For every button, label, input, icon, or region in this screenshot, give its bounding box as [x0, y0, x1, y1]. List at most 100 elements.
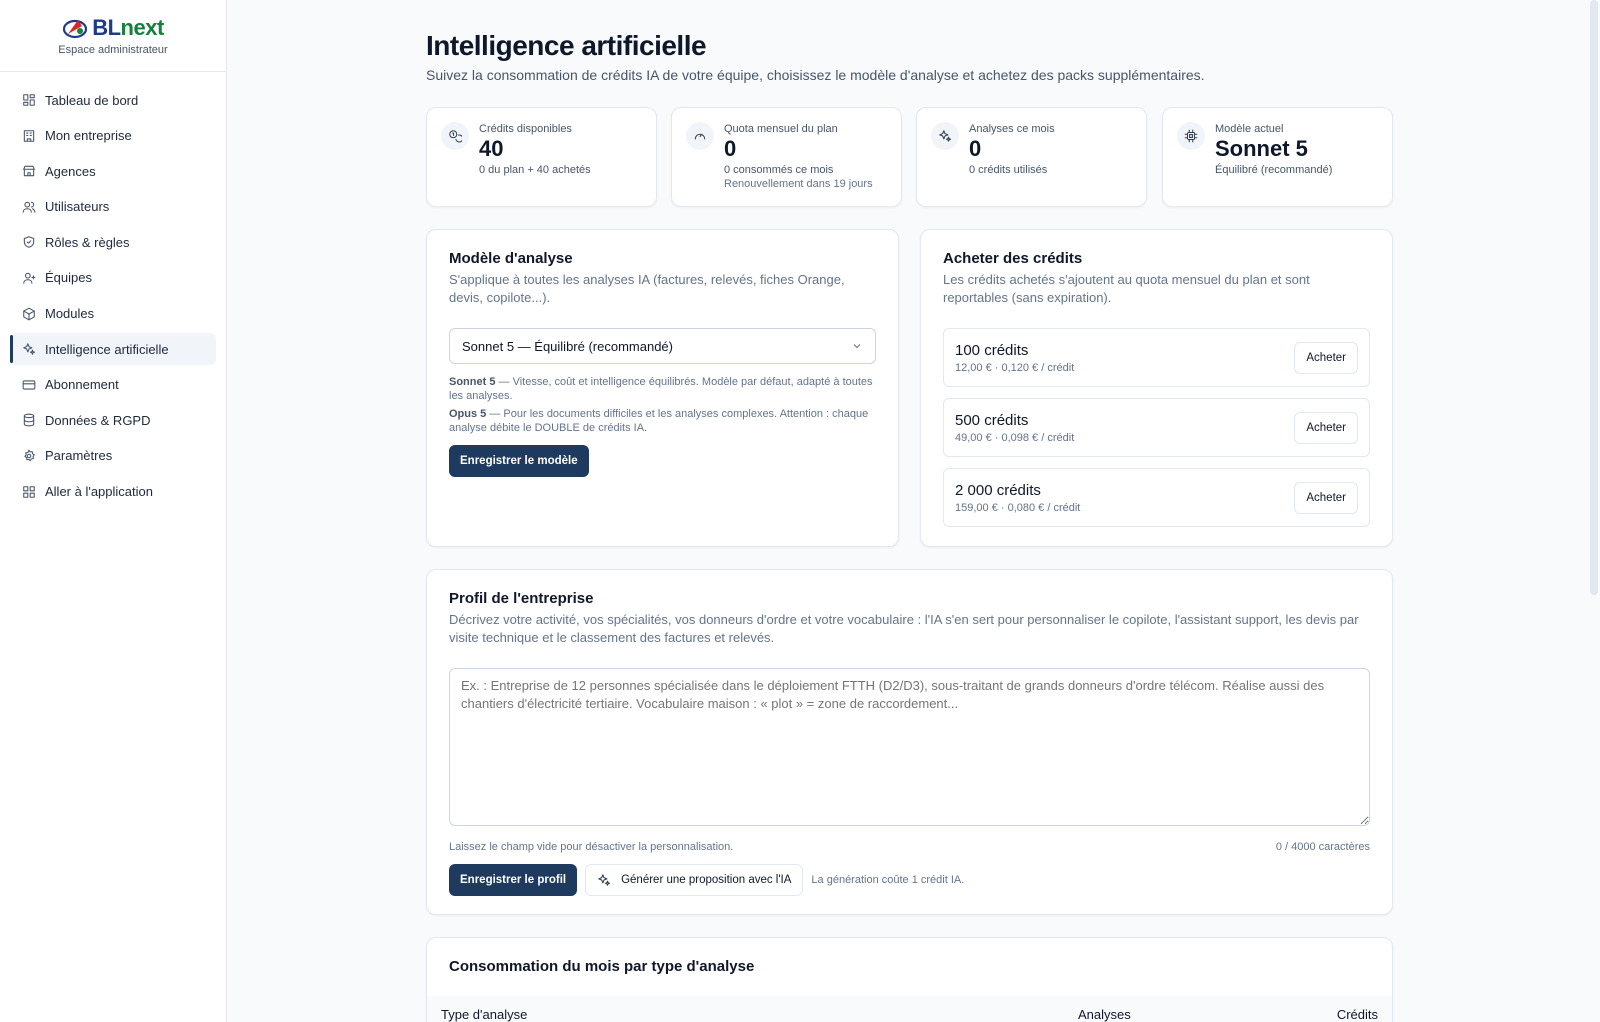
brand-name: BLnext	[92, 15, 164, 40]
stat-label: Analyses ce mois	[969, 123, 1055, 135]
page-title: Intelligence artificielle	[426, 30, 707, 61]
save-model-button[interactable]: Enregistrer le modèle	[449, 445, 589, 477]
column-header-analyses: Analyses	[1078, 1006, 1131, 1022]
sidebar-item-label: Intelligence artificielle	[45, 341, 169, 357]
buy-card-title: Acheter des crédits	[943, 250, 1083, 267]
sidebar-item-data-rgpd[interactable]: Données & RGPD	[10, 404, 216, 436]
credit-pack-500: 500 crédits 49,00 € · 0,098 € / crédit A…	[943, 398, 1370, 457]
sidebar-item-agencies[interactable]: Agences	[10, 155, 216, 187]
stat-card-current-model: Modèle actuel Sonnet 5 Équilibré (recomm…	[1162, 107, 1393, 207]
sidebar-item-teams[interactable]: Équipes	[10, 262, 216, 294]
shield-icon	[23, 236, 35, 249]
credit-packs: 100 crédits 12,00 € · 0,120 € / crédit A…	[943, 328, 1370, 527]
sidebar-item-label: Abonnement	[45, 377, 119, 393]
sidebar-item-label: Rôles & règles	[45, 234, 130, 250]
stat-note: 0 crédits utilisés	[969, 164, 1048, 177]
profile-card-title: Profil de l'entreprise	[449, 590, 594, 607]
credit-pack-2000: 2 000 crédits 159,00 € · 0,080 € / crédi…	[943, 468, 1370, 527]
sidebar-item-label: Utilisateurs	[45, 199, 110, 215]
generate-ai-proposal-button[interactable]: Générer une proposition avec l'IA	[585, 864, 804, 896]
company-profile-textarea[interactable]	[449, 668, 1370, 826]
team-icon	[23, 272, 36, 284]
stat-card-analyses-month: Analyses ce mois 0 0 crédits utilisés	[916, 107, 1147, 207]
usage-table-header: Type d'analyse Analyses Crédits	[427, 996, 1392, 1022]
stat-note: Équilibré (recommandé)	[1215, 164, 1333, 177]
sidebar: BLnext Espace administrateur Tableau de …	[0, 0, 227, 1022]
sidebar-nav: Tableau de bord Mon entreprise Agences U…	[0, 72, 226, 523]
usage-card-title: Consommation du mois par type d'analyse	[449, 958, 755, 975]
save-profile-button[interactable]: Enregistrer le profil	[449, 864, 578, 896]
brand[interactable]: BLnext Espace administrateur	[0, 0, 226, 72]
sidebar-item-label: Mon entreprise	[45, 128, 132, 144]
store-icon	[23, 165, 35, 177]
users-icon	[22, 201, 36, 213]
sparkles-icon	[23, 343, 36, 355]
sidebar-item-roles[interactable]: Rôles & règles	[10, 226, 216, 258]
stat-renewal-note: Renouvellement dans 19 jours	[724, 178, 873, 191]
stat-card-available-credits: Crédits disponibles 40 0 du plan + 40 ac…	[426, 107, 657, 207]
page-scrollbar[interactable]	[1590, 0, 1598, 595]
buy-credits-card: Acheter des crédits Les crédits achetés …	[920, 229, 1393, 547]
textarea-hint: Laissez le champ vide pour désactiver la…	[449, 841, 734, 853]
sidebar-item-label: Paramètres	[45, 448, 113, 464]
cpu-icon	[1177, 122, 1205, 150]
model-card-title: Modèle d'analyse	[449, 250, 573, 267]
sidebar-item-settings[interactable]: Paramètres	[10, 440, 216, 472]
stat-value: Sonnet 5	[1215, 136, 1308, 161]
pack-name: 2 000 crédits	[955, 481, 1041, 499]
stat-label: Modèle actuel	[1215, 123, 1284, 135]
model-note-sonnet: Sonnet 5 — Vitesse, coût et intelligence…	[449, 376, 873, 402]
company-profile-card: Profil de l'entreprise Décrivez votre ac…	[426, 569, 1393, 915]
sidebar-item-subscription[interactable]: Abonnement	[10, 369, 216, 401]
sidebar-item-go-to-app[interactable]: Aller à l'application	[10, 476, 216, 508]
sidebar-item-label: Aller à l'application	[45, 484, 153, 500]
column-header-type: Type d'analyse	[441, 1006, 528, 1022]
model-notes: Sonnet 5 — Vitesse, coût et intelligence…	[449, 375, 876, 435]
sidebar-item-label: Modules	[45, 306, 95, 322]
sidebar-item-modules[interactable]: Modules	[10, 298, 216, 330]
pack-price: 49,00 € · 0,098 € / crédit	[955, 431, 1075, 444]
sidebar-item-label: Données & RGPD	[45, 412, 151, 428]
stat-label: Crédits disponibles	[479, 123, 572, 135]
database-icon	[23, 413, 35, 427]
pack-name: 500 crédits	[955, 411, 1029, 429]
stat-value: 40	[479, 136, 504, 161]
stat-note: 0 du plan + 40 achetés	[479, 164, 591, 177]
stat-note: 0 consommés ce mois	[724, 164, 834, 177]
buy-card-desc: Les crédits achetés s'ajoutent au quota …	[943, 272, 1310, 305]
buy-button[interactable]: Acheter	[1294, 411, 1358, 444]
buy-button[interactable]: Acheter	[1294, 341, 1358, 374]
gear-icon	[24, 449, 35, 462]
textarea-footer: Laissez le champ vide pour désactiver la…	[449, 841, 1370, 853]
sparkles-icon	[598, 874, 611, 886]
package-icon	[23, 307, 35, 320]
chevron-down-icon	[853, 344, 861, 349]
profile-card-desc: Décrivez votre activité, vos spécialités…	[449, 612, 1359, 645]
gauge-icon	[686, 122, 714, 150]
dashboard-icon	[23, 94, 35, 106]
coins-icon	[441, 122, 469, 150]
sidebar-item-users[interactable]: Utilisateurs	[10, 191, 216, 223]
column-header-credits: Crédits	[1336, 1006, 1378, 1022]
sidebar-item-label: Agences	[45, 163, 96, 179]
page-subtitle: Suivez la consommation de crédits IA de …	[426, 67, 1205, 83]
pack-price: 12,00 € · 0,120 € / crédit	[955, 361, 1075, 374]
model-card: Modèle d'analyse S'applique à toutes les…	[426, 229, 899, 547]
generate-ai-label: Générer une proposition avec l'IA	[621, 874, 792, 886]
sidebar-item-label: Tableau de bord	[45, 92, 139, 108]
stat-card-monthly-quota: Quota mensuel du plan 0 0 consommés ce m…	[671, 107, 902, 207]
sidebar-item-company[interactable]: Mon entreprise	[10, 120, 216, 152]
model-select[interactable]: Sonnet 5 — Équilibré (recommandé)	[449, 328, 876, 364]
building-icon	[23, 129, 35, 142]
grid-icon	[23, 485, 35, 498]
sidebar-item-label: Équipes	[45, 270, 92, 286]
sidebar-item-dashboard[interactable]: Tableau de bord	[10, 84, 216, 116]
profile-actions: Enregistrer le profil Générer une propos…	[449, 864, 1370, 896]
model-card-desc: S'applique à toutes les analyses IA (fac…	[449, 272, 845, 305]
buy-button[interactable]: Acheter	[1294, 481, 1358, 514]
sidebar-item-ai[interactable]: Intelligence artificielle	[10, 333, 216, 366]
credit-card-icon	[22, 380, 36, 390]
brand-logo-icon	[63, 19, 88, 39]
character-counter: 0 / 4000 caractères	[1275, 841, 1370, 853]
stat-value: 0	[724, 136, 737, 161]
